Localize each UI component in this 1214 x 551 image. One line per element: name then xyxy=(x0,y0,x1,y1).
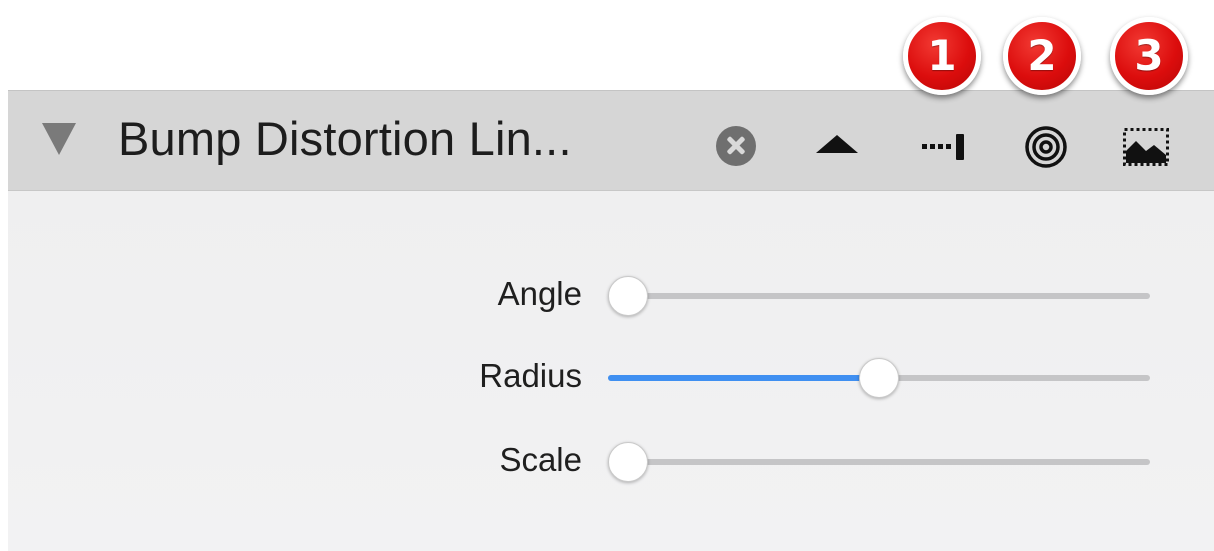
scale-slider-row: Scale xyxy=(8,437,1214,485)
angle-slider-knob[interactable] xyxy=(608,276,648,316)
disclosure-triangle-down-icon[interactable] xyxy=(42,123,76,155)
slider-label: Radius xyxy=(479,357,582,394)
scale-slider-knob[interactable] xyxy=(608,442,648,482)
filter-inspector: 1 2 3 Bump Distortion Lin... Angle Radiu… xyxy=(0,0,1214,551)
close-circle-icon[interactable] xyxy=(716,126,756,166)
parameter-slider-icon[interactable] xyxy=(920,131,968,163)
image-mask-icon[interactable] xyxy=(1122,127,1170,167)
angle-slider-track[interactable] xyxy=(608,293,1150,299)
radius-slider-knob[interactable] xyxy=(859,358,899,398)
filter-header: Bump Distortion Lin... xyxy=(8,90,1214,191)
callout-badge-1: 1 xyxy=(903,17,981,95)
callout-number: 2 xyxy=(1027,31,1057,80)
radius-slider-row: Radius xyxy=(8,353,1214,401)
callout-number: 1 xyxy=(927,31,957,80)
collapse-up-icon[interactable] xyxy=(816,135,858,153)
slider-label: Angle xyxy=(497,275,582,312)
slider-fill xyxy=(608,375,879,381)
filter-title: Bump Distortion Lin... xyxy=(118,112,572,165)
callout-number: 3 xyxy=(1134,31,1164,80)
callout-badge-3: 3 xyxy=(1110,17,1188,95)
slider-label: Scale xyxy=(499,441,582,478)
callout-badge-2: 2 xyxy=(1003,17,1081,95)
concentric-target-icon[interactable] xyxy=(1024,125,1068,169)
angle-slider-row: Angle xyxy=(8,271,1214,319)
scale-slider-track[interactable] xyxy=(608,459,1150,465)
